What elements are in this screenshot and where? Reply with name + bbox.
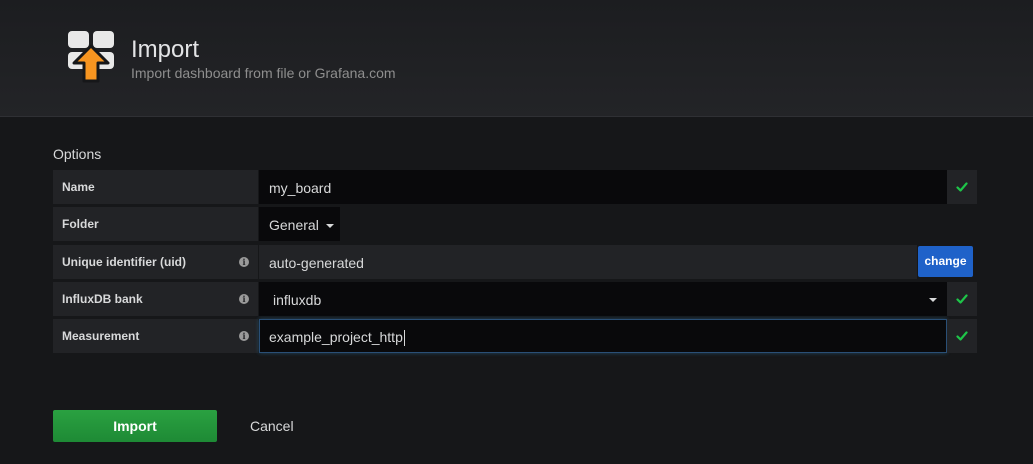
folder-select-value: General bbox=[269, 217, 319, 233]
datasource-select[interactable]: influxdb bbox=[259, 282, 947, 316]
check-icon bbox=[956, 331, 968, 341]
folder-label: Folder bbox=[53, 207, 258, 241]
info-icon[interactable]: i bbox=[239, 331, 249, 341]
caret-down-icon bbox=[325, 224, 334, 229]
check-icon bbox=[956, 182, 968, 192]
folder-select[interactable]: General bbox=[259, 207, 340, 241]
text-cursor bbox=[403, 330, 405, 347]
page-title: Import bbox=[131, 36, 200, 63]
datasource-row: InfluxDB bank i influxdb bbox=[53, 282, 977, 316]
folder-row: Folder General bbox=[53, 207, 340, 241]
name-label: Name bbox=[53, 170, 258, 204]
measurement-input-value: example_project_http bbox=[269, 329, 403, 345]
uid-label: Unique identifier (uid) i bbox=[53, 245, 258, 279]
datasource-select-value: influxdb bbox=[273, 292, 322, 308]
info-icon[interactable]: i bbox=[239, 257, 249, 267]
measurement-input[interactable]: example_project_http bbox=[259, 319, 947, 353]
measurement-label-text: Measurement bbox=[62, 329, 140, 343]
measurement-row: Measurement i example_project_http bbox=[53, 319, 977, 353]
import-dashboard-icon bbox=[68, 31, 114, 83]
datasource-label: InfluxDB bank i bbox=[53, 282, 258, 316]
uid-row: Unique identifier (uid) i auto-generated… bbox=[53, 245, 977, 279]
check-icon bbox=[956, 294, 968, 304]
name-valid-indicator bbox=[947, 170, 977, 204]
page-subtitle: Import dashboard from file or Grafana.co… bbox=[131, 65, 396, 81]
page-header: Import Import dashboard from file or Gra… bbox=[0, 0, 1033, 117]
name-input[interactable]: my_board bbox=[259, 170, 947, 204]
uid-input: auto-generated bbox=[259, 245, 917, 279]
change-uid-button[interactable]: change bbox=[918, 246, 973, 277]
uid-label-text: Unique identifier (uid) bbox=[62, 255, 186, 269]
cancel-button[interactable]: Cancel bbox=[250, 410, 294, 442]
info-icon[interactable]: i bbox=[239, 294, 249, 304]
options-section-title: Options bbox=[53, 146, 102, 162]
name-row: Name my_board bbox=[53, 170, 977, 204]
caret-down-icon bbox=[929, 298, 937, 302]
measurement-label: Measurement i bbox=[53, 319, 258, 353]
datasource-label-text: InfluxDB bank bbox=[62, 292, 143, 306]
datasource-valid-indicator bbox=[947, 282, 977, 316]
import-button[interactable]: Import bbox=[53, 410, 217, 442]
measurement-valid-indicator bbox=[947, 319, 977, 353]
